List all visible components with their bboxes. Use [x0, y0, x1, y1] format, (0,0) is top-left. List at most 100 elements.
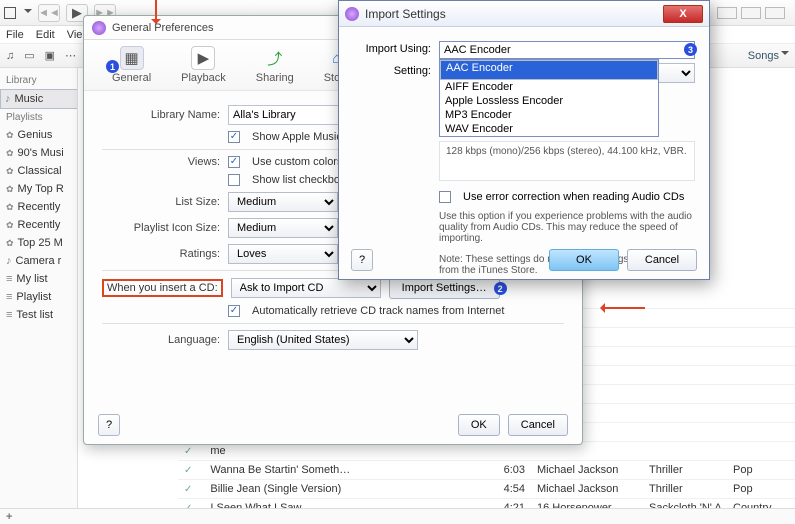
- annotation-arrow-down: [155, 0, 157, 22]
- tab-playback[interactable]: ▶ Playback: [181, 46, 226, 84]
- general-tab-icon: ▦: [120, 46, 144, 70]
- check-icon: [184, 445, 198, 457]
- prefs-title: General Preferences: [112, 22, 214, 34]
- import-help-button[interactable]: ?: [351, 249, 373, 271]
- sidebar: Library Music Playlists Genius 90's Musi…: [0, 68, 78, 524]
- sidebar-item-genius[interactable]: Genius: [0, 126, 77, 144]
- table-row[interactable]: Wanna Be Startin' Someth…6:03Michael Jac…: [178, 461, 795, 480]
- check-icon: [184, 464, 198, 476]
- tab-label: Playback: [181, 72, 226, 84]
- show-apple-music-checkbox[interactable]: [228, 131, 240, 143]
- back-button[interactable]: ◄◄: [38, 4, 60, 22]
- prefs-help-button[interactable]: ?: [98, 414, 120, 436]
- list-icon: [6, 309, 12, 321]
- sidebar-item-recently1[interactable]: Recently: [0, 198, 77, 216]
- label-views: Views:: [102, 156, 220, 168]
- annotation-badge-1: 1: [106, 60, 119, 73]
- sidebar-item-testlist[interactable]: Test list: [0, 306, 77, 324]
- playback-tab-icon: ▶: [191, 46, 215, 70]
- tab-label: General: [112, 72, 151, 84]
- playlist-icon-size-select[interactable]: Medium: [228, 218, 338, 238]
- chevron-down-icon[interactable]: [24, 9, 32, 17]
- sidebar-item-top25[interactable]: Top 25 M: [0, 234, 77, 252]
- statusbar: [0, 508, 795, 524]
- prefs-cancel-button[interactable]: Cancel: [508, 414, 568, 436]
- sidebar-item-mylist[interactable]: My list: [0, 270, 77, 288]
- label-ratings: Ratings:: [102, 248, 220, 260]
- sidebar-header-library: Library: [0, 72, 77, 89]
- import-titlebar[interactable]: Import Settings X: [339, 1, 709, 27]
- import-title: Import Settings: [365, 7, 446, 21]
- auto-retrieve-checkbox[interactable]: [228, 305, 240, 317]
- list-size-select[interactable]: Medium: [228, 192, 338, 212]
- sidebar-item-camera[interactable]: Camera r: [0, 252, 77, 270]
- label-insert-cd: When you insert a CD:: [107, 282, 218, 294]
- minimize-button[interactable]: [717, 7, 737, 19]
- prefs-ok-button[interactable]: OK: [458, 414, 500, 436]
- import-using-select[interactable]: AAC Encoder 3 AAC Encoder AIFF Encoder A…: [439, 41, 695, 59]
- sidebar-item-mytop[interactable]: My Top R: [0, 180, 77, 198]
- encoder-option-aac[interactable]: AAC Encoder: [440, 60, 658, 80]
- sidebar-item-recently2[interactable]: Recently: [0, 216, 77, 234]
- encoder-dropdown-list: AAC Encoder AIFF Encoder Apple Lossless …: [439, 59, 659, 137]
- use-custom-colors-checkbox[interactable]: [228, 156, 240, 168]
- sharing-tab-icon: ⤴: [263, 46, 287, 70]
- tone-icon: [6, 255, 12, 267]
- label-auto-retrieve: Automatically retrieve CD track names fr…: [252, 305, 504, 317]
- menu-edit[interactable]: Edit: [36, 29, 55, 41]
- track-genre: Pop: [733, 464, 789, 476]
- show-list-checkboxes-checkbox[interactable]: [228, 174, 240, 186]
- import-cancel-button[interactable]: Cancel: [627, 249, 697, 271]
- menu-file[interactable]: File: [6, 29, 24, 41]
- track-album: Thriller: [649, 464, 721, 476]
- encoder-details: 128 kbps (mono)/256 kbps (stereo), 44.10…: [439, 141, 695, 181]
- import-close-button[interactable]: X: [663, 5, 703, 23]
- label-library-name: Library Name:: [102, 109, 220, 121]
- tv-icon[interactable]: [45, 49, 55, 62]
- sidebar-item-classical[interactable]: Classical: [0, 162, 77, 180]
- sidebar-item-90s[interactable]: 90's Musi: [0, 144, 77, 162]
- error-correction-note: Use this option if you experience proble…: [439, 207, 695, 244]
- tab-general[interactable]: ▦ General 1: [112, 46, 151, 84]
- menu-view[interactable]: Vie: [67, 29, 83, 41]
- check-icon: [184, 483, 198, 495]
- insert-cd-label-highlight: When you insert a CD:: [102, 279, 223, 297]
- import-settings-dialog: Import Settings X Import Using: AAC Enco…: [338, 0, 710, 280]
- import-using-value: AAC Encoder: [444, 44, 511, 56]
- music-icon[interactable]: [6, 50, 14, 62]
- encoder-option-aiff[interactable]: AIFF Encoder: [440, 80, 658, 94]
- encoder-option-mp3[interactable]: MP3 Encoder: [440, 108, 658, 122]
- track-artist: Michael Jackson: [537, 483, 637, 495]
- encoder-option-wav[interactable]: WAV Encoder: [440, 122, 658, 136]
- add-playlist-button[interactable]: [6, 511, 12, 523]
- window-menu-icon[interactable]: [4, 7, 16, 19]
- track-title: Wanna Be Startin' Someth…: [210, 464, 479, 476]
- close-button[interactable]: [765, 7, 785, 19]
- label-import-using: Import Using:: [353, 41, 431, 55]
- track-genre: Pop: [733, 483, 789, 495]
- table-row[interactable]: Billie Jean (Single Version)4:54Michael …: [178, 480, 795, 499]
- tab-sharing[interactable]: ⤴Sharing: [256, 46, 294, 84]
- import-ok-button[interactable]: OK: [549, 249, 619, 271]
- sidebar-item-playlist[interactable]: Playlist: [0, 288, 77, 306]
- maximize-button[interactable]: [741, 7, 761, 19]
- encoder-option-lossless[interactable]: Apple Lossless Encoder: [440, 94, 658, 108]
- gear-icon: [6, 201, 14, 213]
- movies-icon[interactable]: [24, 49, 34, 62]
- track-artist: Michael Jackson: [537, 464, 637, 476]
- label-show-apple: Show Apple Music: [252, 131, 342, 143]
- error-correction-checkbox[interactable]: [439, 191, 451, 203]
- gear-icon: [6, 219, 14, 231]
- list-icon: [6, 273, 12, 285]
- ratings-select[interactable]: Loves: [228, 244, 338, 264]
- sidebar-header-playlists: Playlists: [0, 109, 77, 126]
- track-duration: 4:54: [491, 483, 525, 495]
- songs-dropdown[interactable]: Songs: [748, 50, 789, 62]
- more-icon[interactable]: [65, 49, 76, 62]
- label-icon-size: Playlist Icon Size:: [102, 222, 220, 234]
- annotation-badge-3: 3: [684, 43, 697, 56]
- language-select[interactable]: English (United States): [228, 330, 418, 350]
- sidebar-item-music[interactable]: Music: [0, 89, 78, 109]
- gear-icon: [6, 237, 14, 249]
- track-title: me: [210, 445, 479, 457]
